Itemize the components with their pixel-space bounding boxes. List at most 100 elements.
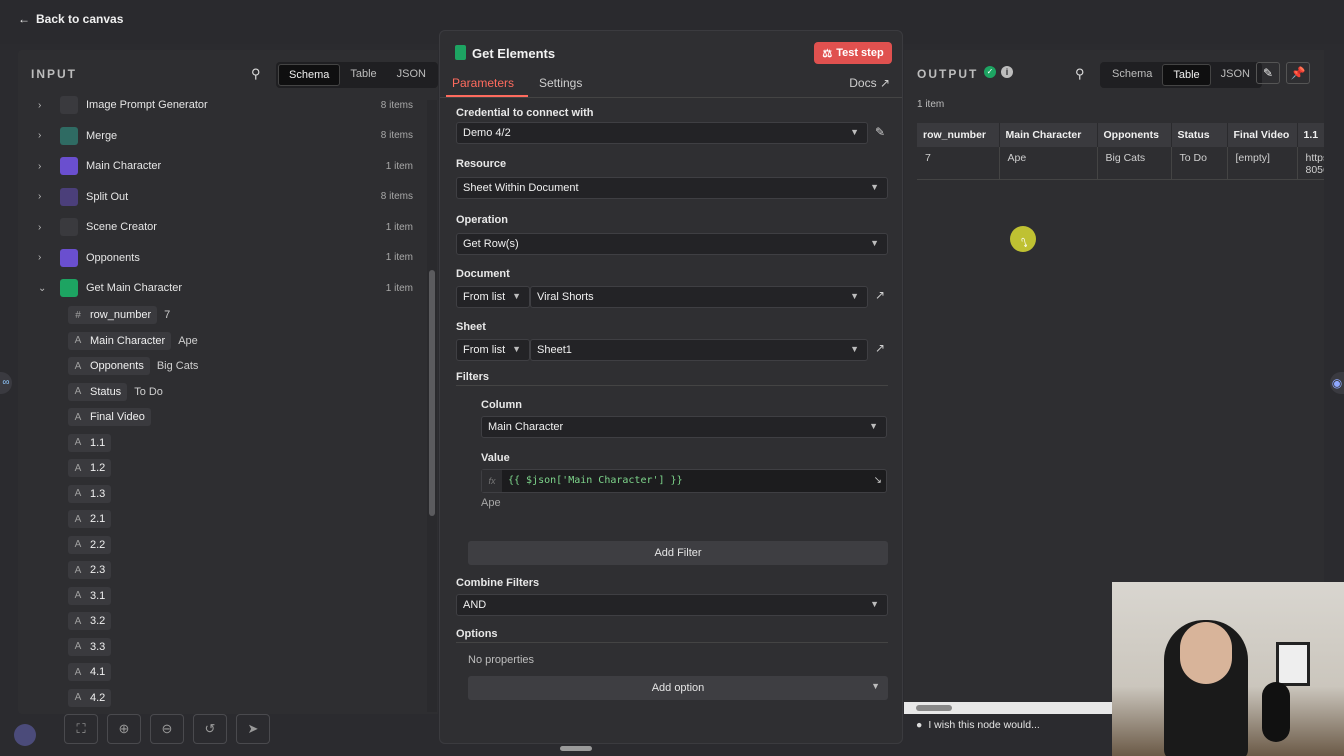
schema-field[interactable]: A Opponents Big Cats [68, 356, 198, 376]
schema-field[interactable]: A Status To Do [68, 382, 163, 402]
field-pill[interactable]: A 2.1 [68, 510, 112, 528]
output-tab-schema[interactable]: Schema [1102, 64, 1162, 86]
field-pill[interactable]: # row_number [68, 306, 158, 324]
tree-node[interactable]: › Image Prompt Generator 8 items [18, 92, 418, 118]
table-row: 7ApeBig CatsTo Do[empty]https 8056 [917, 147, 1324, 180]
field-pill[interactable]: A 4.2 [68, 688, 112, 707]
edit-output-button[interactable]: ✎ [1256, 62, 1280, 84]
schema-field[interactable]: A 3.3 [68, 637, 118, 657]
tree-node[interactable]: › Scene Creator 1 item [18, 214, 418, 240]
schema-field[interactable]: A 2.1 [68, 509, 118, 529]
chevron-right-icon[interactable]: › [38, 100, 50, 111]
edit-pencil-icon[interactable]: ✎ [875, 125, 885, 139]
field-pill[interactable]: A 1.3 [68, 484, 112, 503]
schema-field[interactable]: A 1.1 [68, 433, 118, 453]
fit-view-button[interactable]: ⛶ [64, 714, 98, 744]
output-tab-json[interactable]: JSON [1211, 64, 1260, 86]
field-pill[interactable]: A 4.1 [68, 663, 112, 681]
field-pill[interactable]: A 2.2 [68, 535, 112, 554]
field-pill[interactable]: A 3.3 [68, 637, 112, 656]
tab-settings[interactable]: Settings [539, 76, 582, 90]
schema-field[interactable]: A Final Video [68, 407, 158, 427]
no-properties-text: No properties [468, 654, 535, 666]
drag-handle[interactable] [560, 746, 592, 751]
pin-output-button[interactable]: 📌 [1286, 62, 1310, 84]
document-label: Document [456, 268, 510, 280]
reset-zoom-button[interactable]: ↺ [193, 714, 227, 744]
feedback-prompt[interactable]: ● I wish this node would... [904, 714, 1112, 736]
field-pill[interactable]: A 3.1 [68, 586, 112, 605]
document-select[interactable]: Viral Shorts ▼ [530, 286, 868, 308]
input-scrollbar-thumb[interactable] [429, 270, 435, 516]
expand-icon[interactable]: ↘ [874, 475, 882, 486]
schema-field[interactable]: A 4.1 [68, 662, 118, 682]
chevron-right-icon[interactable]: › [38, 191, 50, 202]
docs-link[interactable]: Docs ↗ [849, 76, 890, 90]
search-icon[interactable]: ⚲ [1075, 66, 1085, 82]
schema-field[interactable]: A 1.2 [68, 458, 118, 478]
document-mode-select[interactable]: From list ▼ [456, 286, 530, 308]
field-pill[interactable]: A 1.1 [68, 433, 112, 452]
schema-field[interactable]: A 4.2 [68, 688, 118, 708]
field-pill[interactable]: A 1.2 [68, 459, 112, 477]
schema-field[interactable]: A 3.2 [68, 611, 118, 631]
value-expression-input[interactable]: fx {{ $json['Main Character'] }} ↘ [481, 469, 887, 493]
combine-filters-select[interactable]: AND ▼ [456, 594, 888, 616]
chevron-right-icon[interactable]: › [38, 130, 50, 141]
test-step-button[interactable]: ⚖ Test step [814, 42, 892, 64]
field-pill[interactable]: A Opponents [68, 357, 150, 375]
field-key: 1.2 [90, 462, 106, 474]
zoom-out-button[interactable]: ⊖ [150, 714, 184, 744]
schema-field[interactable]: A 1.3 [68, 484, 118, 504]
open-external-icon[interactable]: ↗ [875, 288, 885, 302]
schema-field[interactable]: A Main Character Ape [68, 331, 198, 351]
tidy-up-button[interactable]: ➤ [236, 714, 270, 744]
field-pill[interactable]: A Main Character [68, 331, 172, 350]
avatar[interactable] [14, 724, 36, 746]
zoom-in-button[interactable]: ⊕ [107, 714, 141, 744]
operation-select[interactable]: Get Row(s) ▼ [456, 233, 888, 255]
info-icon[interactable]: i [1001, 66, 1013, 78]
sheet-mode-select[interactable]: From list ▼ [456, 339, 530, 361]
field-pill[interactable]: A 2.3 [68, 561, 112, 579]
field-pill[interactable]: A Final Video [68, 408, 151, 426]
column-select[interactable]: Main Character ▼ [481, 416, 887, 438]
chevron-right-icon[interactable]: › [38, 252, 50, 263]
output-scrollbar-thumb[interactable] [916, 705, 952, 711]
add-filter-button[interactable]: Add Filter [468, 541, 888, 565]
schema-field[interactable]: # row_number 7 [68, 305, 170, 325]
output-tab-table[interactable]: Table [1162, 64, 1211, 86]
test-step-label: Test step [836, 47, 884, 59]
link-icon[interactable]: ∞ [0, 372, 12, 394]
tree-node[interactable]: › Merge 8 items [18, 123, 418, 149]
output-item-count: 1 item [917, 99, 945, 110]
chevron-right-icon[interactable]: › [38, 161, 50, 172]
input-tab-json[interactable]: JSON [387, 64, 436, 86]
globe-icon[interactable]: ◉ [1330, 372, 1344, 394]
tree-node[interactable]: › Opponents 1 item [18, 245, 418, 271]
field-pill[interactable]: A 3.2 [68, 612, 112, 630]
chevron-right-icon[interactable]: › [38, 222, 50, 233]
input-tab-table[interactable]: Table [340, 64, 386, 86]
chevron-down-icon[interactable]: ⌄ [38, 283, 50, 294]
document-mode-value: From list [463, 291, 506, 303]
field-pill[interactable]: A Status [68, 382, 128, 401]
column-header: Status [1171, 123, 1228, 147]
sheet-select[interactable]: Sheet1 ▼ [530, 339, 868, 361]
tree-node[interactable]: › Main Character 1 item [18, 153, 418, 179]
resource-select[interactable]: Sheet Within Document ▼ [456, 177, 888, 199]
search-icon[interactable]: ⚲ [251, 66, 261, 82]
schema-field[interactable]: A 2.2 [68, 535, 118, 555]
add-option-button[interactable]: Add option ▼ [468, 676, 888, 700]
tree-node[interactable]: ⌄ Get Main Character 1 item [18, 275, 418, 301]
tab-parameters[interactable]: Parameters [452, 76, 514, 90]
field-key: 1.3 [90, 487, 106, 500]
schema-field[interactable]: A 3.1 [68, 586, 118, 606]
credential-select[interactable]: Demo 4/2 ▼ [456, 122, 868, 144]
tree-node[interactable]: › Split Out 8 items [18, 184, 418, 210]
back-to-canvas-link[interactable]: ← Back to canvas [18, 12, 123, 26]
input-tab-schema[interactable]: Schema [278, 64, 341, 86]
schema-field[interactable]: A 2.3 [68, 560, 118, 580]
open-external-icon[interactable]: ↗ [875, 341, 885, 355]
node-title[interactable]: Get Elements [472, 46, 555, 61]
